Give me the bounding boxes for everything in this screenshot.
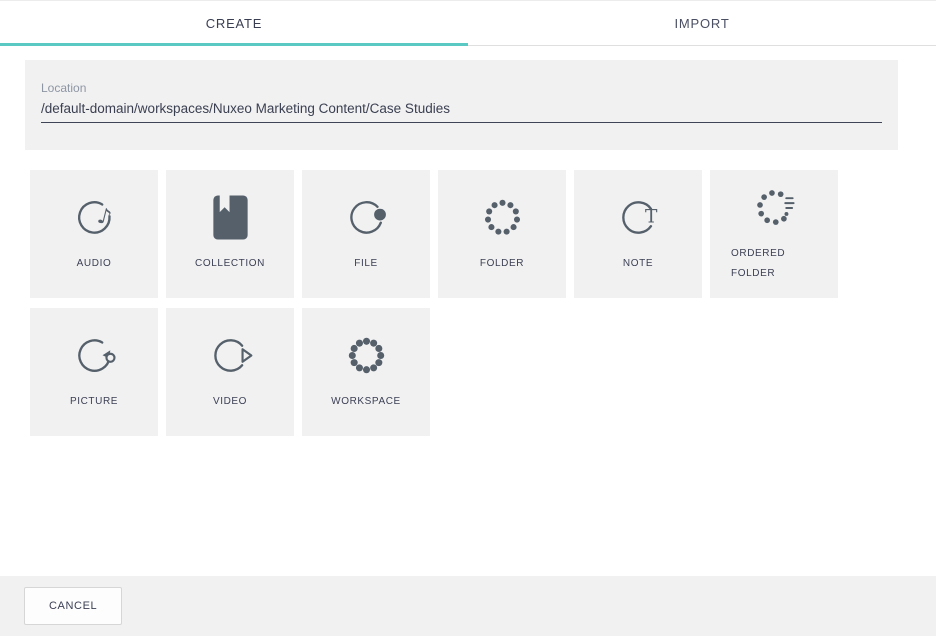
document-type-label: ORDERED FOLDER <box>731 244 817 284</box>
folder-icon <box>479 194 526 241</box>
dialog-footer: CANCEL <box>0 576 936 636</box>
document-type-label: NOTE <box>623 254 653 274</box>
location-panel: Location /default-domain/workspaces/Nuxe… <box>25 60 898 150</box>
tab-import[interactable]: IMPORT <box>468 1 936 45</box>
location-label: Location <box>41 81 882 95</box>
tab-create-label: CREATE <box>206 16 263 31</box>
tab-import-label: IMPORT <box>674 16 729 31</box>
tab-create[interactable]: CREATE <box>0 1 468 45</box>
create-type-file[interactable]: FILE <box>302 170 430 298</box>
create-type-picture[interactable]: PICTURE <box>30 308 158 436</box>
create-import-tabbar: CREATE IMPORT <box>0 1 936 46</box>
document-type-label: WORKSPACE <box>331 392 401 412</box>
create-type-note[interactable]: NOTE <box>574 170 702 298</box>
create-type-collection[interactable]: COLLECTION <box>166 170 294 298</box>
document-type-label: AUDIO <box>77 254 112 274</box>
document-type-label: PICTURE <box>70 392 118 412</box>
create-type-video[interactable]: VIDEO <box>166 308 294 436</box>
note-icon <box>615 194 662 241</box>
document-type-label: FOLDER <box>480 254 524 274</box>
document-type-label: COLLECTION <box>195 254 265 274</box>
collection-icon <box>207 194 254 241</box>
create-type-workspace[interactable]: WORKSPACE <box>302 308 430 436</box>
create-type-folder[interactable]: FOLDER <box>438 170 566 298</box>
cancel-button[interactable]: CANCEL <box>24 587 122 625</box>
file-icon <box>343 194 390 241</box>
ordered-folder-icon <box>751 184 798 231</box>
audio-icon <box>71 194 118 241</box>
document-type-label: FILE <box>354 254 378 274</box>
document-type-label: VIDEO <box>213 392 247 412</box>
video-icon <box>207 332 254 379</box>
picture-icon <box>71 332 118 379</box>
location-input[interactable]: /default-domain/workspaces/Nuxeo Marketi… <box>41 101 882 123</box>
document-type-grid: AUDIO COLLECTION FILE FOLDER NOTE ORDERE… <box>30 170 838 436</box>
create-type-ordered-folder[interactable]: ORDERED FOLDER <box>710 170 838 298</box>
workspace-icon <box>343 332 390 379</box>
create-type-audio[interactable]: AUDIO <box>30 170 158 298</box>
